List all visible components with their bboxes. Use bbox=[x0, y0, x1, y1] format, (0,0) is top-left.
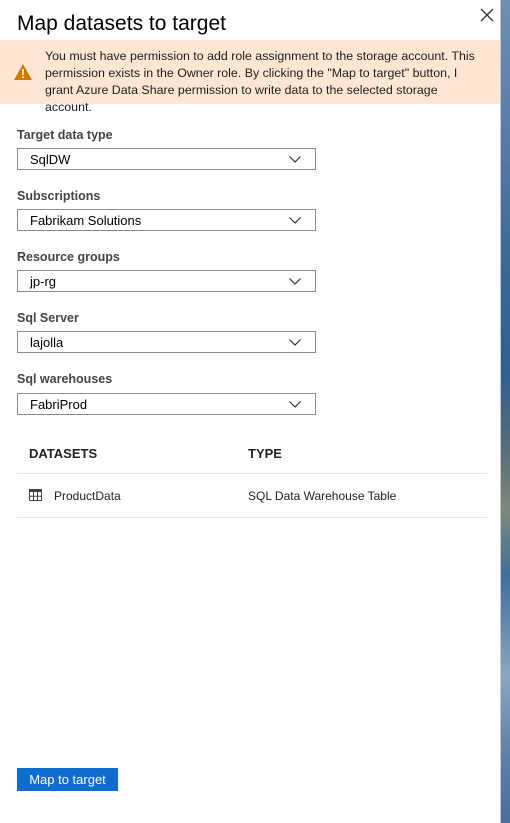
background-image bbox=[501, 0, 510, 823]
sql-warehouses-value: FabriProd bbox=[30, 397, 88, 412]
panel-title: Map datasets to target bbox=[17, 12, 226, 35]
chevron-down-icon bbox=[289, 156, 301, 163]
sql-warehouses-dropdown[interactable]: FabriProd bbox=[17, 393, 316, 415]
close-icon[interactable] bbox=[478, 6, 496, 24]
permission-warning-banner: You must have permission to add role ass… bbox=[0, 40, 500, 114]
resource-groups-value: jp-rg bbox=[30, 274, 57, 289]
chevron-down-icon bbox=[289, 278, 301, 285]
subscriptions-value: Fabrikam Solutions bbox=[30, 213, 142, 228]
dataset-type-cell: SQL Data Warehouse Table bbox=[248, 489, 397, 503]
sql-server-value: lajolla bbox=[30, 335, 64, 350]
subscriptions-dropdown[interactable]: Fabrikam Solutions bbox=[17, 209, 316, 231]
datasets-table-header: DATASETS TYPE bbox=[17, 434, 487, 474]
warning-text: You must have permission to add role ass… bbox=[45, 49, 475, 114]
resource-groups-dropdown[interactable]: jp-rg bbox=[17, 270, 316, 292]
dataset-name-cell: ProductData bbox=[54, 489, 121, 503]
chevron-down-icon bbox=[289, 339, 301, 346]
target-data-type-label: Target data type bbox=[17, 128, 113, 142]
subscriptions-label: Subscriptions bbox=[17, 189, 101, 203]
sql-server-dropdown[interactable]: lajolla bbox=[17, 331, 316, 353]
column-header-type: TYPE bbox=[248, 446, 282, 461]
column-header-datasets: DATASETS bbox=[29, 446, 98, 461]
resource-groups-label: Resource groups bbox=[17, 250, 120, 264]
target-data-type-dropdown[interactable]: SqlDW bbox=[17, 148, 316, 170]
sql-warehouses-label: Sql warehouses bbox=[17, 372, 113, 386]
map-to-target-button[interactable]: Map to target bbox=[17, 768, 118, 791]
chevron-down-icon bbox=[289, 401, 301, 408]
target-data-type-value: SqlDW bbox=[30, 152, 71, 167]
table-row[interactable]: ProductData SQL Data Warehouse Table bbox=[17, 475, 487, 518]
chevron-down-icon bbox=[289, 217, 301, 224]
table-icon bbox=[29, 489, 42, 501]
map-datasets-panel: Map datasets to target You must have per… bbox=[0, 0, 501, 823]
warning-icon bbox=[14, 64, 32, 80]
sql-server-label: Sql Server bbox=[17, 311, 79, 325]
